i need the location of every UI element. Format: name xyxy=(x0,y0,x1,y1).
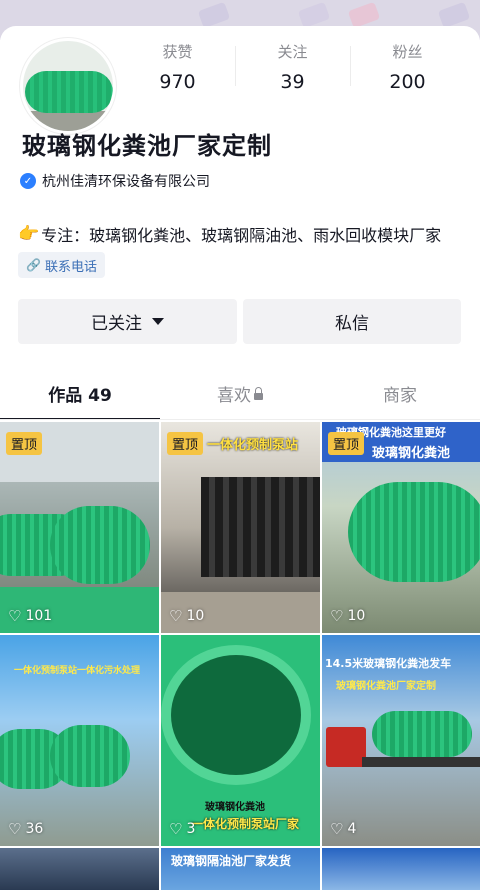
like-value: 3 xyxy=(186,821,196,837)
like-count: ♡ 10 xyxy=(330,607,365,625)
modules-image xyxy=(201,477,320,577)
pinned-badge: 置顶 xyxy=(6,432,43,455)
like-value: 101 xyxy=(25,608,53,624)
stat-value: 39 xyxy=(280,71,305,93)
tank-opening xyxy=(171,655,301,775)
like-value: 10 xyxy=(186,608,205,624)
link-icon: 🔗 xyxy=(26,258,41,272)
contact-phone-button[interactable]: 🔗 联系电话 xyxy=(18,252,105,278)
video-grid: 置顶 ♡ 101 一体化预制泵站 置顶 ♡ 10 玻璃钢化粪池这里更好 玻璃钢化粪池… xyxy=(0,396,480,890)
like-count: ♡ 10 xyxy=(169,607,204,625)
like-value: 4 xyxy=(347,821,357,837)
video-caption: 一体化预制泵站厂家 xyxy=(191,817,300,831)
video-caption: 玻璃钢隔油池厂家发货 xyxy=(171,854,292,868)
tank-image xyxy=(372,711,472,757)
profile-stats: 获赞 970 关注 39 粉丝 200 xyxy=(120,40,465,100)
verified-check-icon: ✓ xyxy=(20,173,36,189)
caret-down-icon xyxy=(152,318,164,325)
video-caption: 一体化预制泵站一体化污水处理 xyxy=(14,666,141,676)
video-thumbnail[interactable]: 14.5米玻璃钢化粪池发车 玻璃钢化粪池厂家定制 ♡ 4 xyxy=(322,635,480,846)
bio-text: 专注：玻璃钢化粪池、玻璃钢隔油池、雨水回收模块厂家 xyxy=(41,226,442,245)
heart-icon: ♡ xyxy=(330,820,344,838)
follow-button[interactable]: 已关注 xyxy=(18,299,237,344)
stat-value: 970 xyxy=(159,71,196,93)
like-value: 10 xyxy=(347,608,366,624)
video-thumbnail[interactable]: 玻璃钢化粪池 一体化预制泵站厂家 ♡ 3 xyxy=(161,635,320,846)
video-thumbnail[interactable]: 一体化预制泵站 置顶 ♡ 10 xyxy=(161,422,320,633)
like-count: ♡ 4 xyxy=(330,820,356,838)
video-thumbnail[interactable] xyxy=(322,848,480,890)
banner-decoration xyxy=(347,1,381,29)
video-caption: 一体化预制泵站 xyxy=(207,438,299,453)
profile-name: 玻璃钢化粪池厂家定制 xyxy=(22,132,272,160)
stat-following[interactable]: 关注 39 xyxy=(235,40,350,100)
video-thumbnail[interactable] xyxy=(0,848,159,890)
truck-cab xyxy=(326,727,366,767)
verified-company[interactable]: ✓ 杭州佳清环保设备有限公司 xyxy=(20,171,210,191)
video-subtitle: 玻璃钢化粪池厂家定制 xyxy=(336,681,436,692)
follow-label: 已关注 xyxy=(91,314,142,334)
stat-likes[interactable]: 获赞 970 xyxy=(120,40,235,100)
avatar[interactable] xyxy=(20,38,116,134)
contact-label: 联系电话 xyxy=(44,259,97,275)
message-button[interactable]: 私信 xyxy=(243,299,461,344)
heart-icon: ♡ xyxy=(330,607,344,625)
stat-label: 获赞 xyxy=(162,43,193,61)
heart-icon: ♡ xyxy=(169,607,183,625)
stat-followers[interactable]: 粉丝 200 xyxy=(350,40,465,100)
message-label: 私信 xyxy=(335,314,369,334)
banner-decoration xyxy=(437,1,471,29)
pointing-hand-icon: 👉 xyxy=(18,224,40,244)
heart-icon: ♡ xyxy=(8,820,22,838)
banner-decoration xyxy=(197,1,231,29)
tank-image xyxy=(50,725,130,787)
truck-bed xyxy=(362,757,480,767)
heart-icon: ♡ xyxy=(8,607,22,625)
like-count: ♡ 3 xyxy=(169,820,195,838)
video-thumbnail[interactable]: 一体化预制泵站一体化污水处理 ♡ 36 xyxy=(0,635,159,846)
like-count: ♡ 36 xyxy=(8,820,43,838)
company-name: 杭州佳清环保设备有限公司 xyxy=(42,174,210,190)
video-thumbnail[interactable]: 玻璃钢隔油池厂家发货 xyxy=(161,848,320,890)
pinned-badge: 置顶 xyxy=(328,432,365,455)
like-count: ♡ 101 xyxy=(8,607,52,625)
tank-image xyxy=(348,482,480,582)
video-caption: 玻璃钢化粪池 xyxy=(372,446,451,461)
banner-decoration xyxy=(297,1,331,29)
heart-icon: ♡ xyxy=(169,820,183,838)
stat-value: 200 xyxy=(389,71,426,93)
video-subtitle: 玻璃钢化粪池 xyxy=(205,802,265,813)
tank-image xyxy=(50,506,150,584)
like-value: 36 xyxy=(25,821,44,837)
stat-label: 粉丝 xyxy=(392,43,423,61)
avatar-tank xyxy=(25,71,113,113)
video-caption: 14.5米玻璃钢化粪池发车 xyxy=(325,657,452,670)
video-thumbnail[interactable]: 置顶 ♡ 101 xyxy=(0,422,159,633)
video-thumbnail[interactable]: 玻璃钢化粪池这里更好 玻璃钢化粪池 置顶 ♡ 10 xyxy=(322,422,480,633)
profile-bio: 👉 专注：玻璃钢化粪池、玻璃钢隔油池、雨水回收模块厂家 xyxy=(18,222,441,246)
pinned-badge: 置顶 xyxy=(167,432,204,455)
stat-label: 关注 xyxy=(277,43,308,61)
